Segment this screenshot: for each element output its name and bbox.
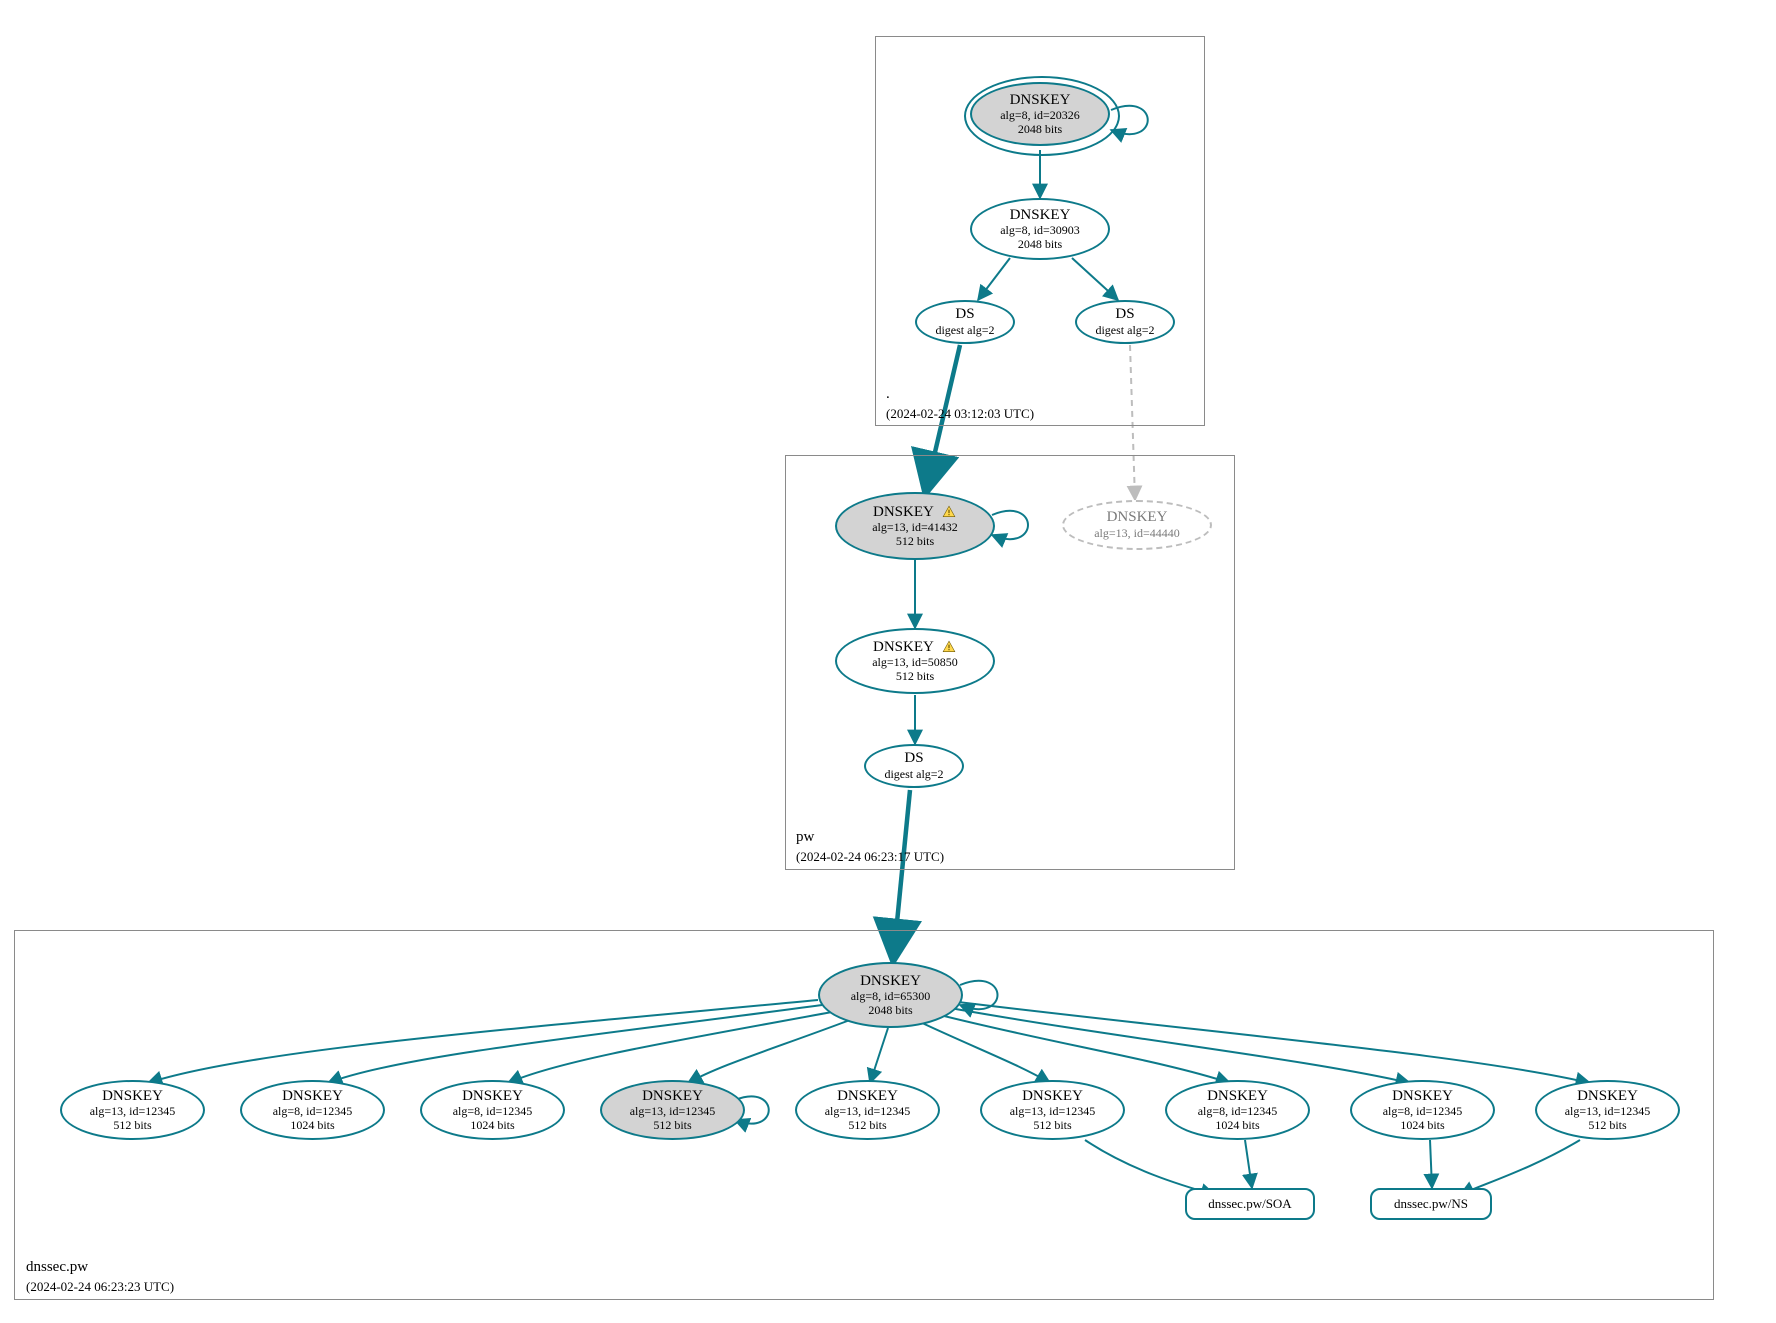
- node-title: DNSKEY: [1010, 92, 1071, 109]
- zone-timestamp: (2024-02-24 06:23:23 UTC): [26, 1279, 174, 1294]
- rr-label: dnssec.pw/NS: [1394, 1197, 1468, 1212]
- node-line2: digest alg=2: [884, 768, 943, 782]
- leaf-key-9-node: DNSKEY alg=13, id=12345 512 bits: [1535, 1080, 1680, 1140]
- node-title: DNSKEY: [873, 504, 957, 521]
- node-line2: alg=13, id=44440: [1094, 527, 1180, 541]
- root-ds-left-node: DS digest alg=2: [915, 300, 1015, 344]
- node-line3: 2048 bits: [1018, 238, 1062, 252]
- node-line2: alg=8, id=20326: [1000, 109, 1080, 123]
- leaf-key-2-node: DNSKEY alg=8, id=12345 1024 bits: [240, 1080, 385, 1140]
- node-title: DS: [904, 750, 923, 767]
- pw-ghost-node: DNSKEY alg=13, id=44440: [1062, 500, 1212, 550]
- rr-ns-node: dnssec.pw/NS: [1370, 1188, 1492, 1220]
- rr-label: dnssec.pw/SOA: [1208, 1197, 1291, 1212]
- root-zsk-node: DNSKEY alg=8, id=30903 2048 bits: [970, 198, 1110, 260]
- pw-ksk-node: DNSKEY alg=13, id=41432 512 bits: [835, 492, 995, 560]
- zone-timestamp: (2024-02-24 06:23:17 UTC): [796, 849, 944, 864]
- zone-timestamp: (2024-02-24 03:12:03 UTC): [886, 406, 1034, 421]
- node-title: DNSKEY: [1107, 509, 1168, 526]
- zone-name: .: [886, 386, 890, 402]
- root-ds-right-node: DS digest alg=2: [1075, 300, 1175, 344]
- warning-icon: [941, 505, 957, 519]
- node-line2: alg=13, id=41432: [872, 521, 958, 535]
- zone-name: dnssec.pw: [26, 1259, 88, 1275]
- warning-icon: [941, 640, 957, 654]
- node-title: DNSKEY: [873, 639, 957, 656]
- leaf-key-5-node: DNSKEY alg=13, id=12345 512 bits: [795, 1080, 940, 1140]
- node-line3: 2048 bits: [1018, 123, 1062, 137]
- leaf-key-7-node: DNSKEY alg=8, id=12345 1024 bits: [1165, 1080, 1310, 1140]
- node-line2: digest alg=2: [1095, 324, 1154, 338]
- zone-leaf-label: dnssec.pw (2024-02-24 06:23:23 UTC): [26, 1258, 174, 1297]
- leaf-key-8-node: DNSKEY alg=8, id=12345 1024 bits: [1350, 1080, 1495, 1140]
- leaf-ksk-node: DNSKEY alg=8, id=65300 2048 bits: [818, 962, 963, 1028]
- zone-root-label: . (2024-02-24 03:12:03 UTC): [886, 385, 1034, 424]
- zone-pw-label: pw (2024-02-24 06:23:17 UTC): [796, 828, 944, 867]
- node-line2: alg=13, id=50850: [872, 656, 958, 670]
- node-line3: 2048 bits: [868, 1004, 912, 1018]
- node-line3: 512 bits: [896, 535, 934, 549]
- node-line3: 512 bits: [896, 670, 934, 684]
- node-title: DS: [1115, 306, 1134, 323]
- leaf-key-1-node: DNSKEY alg=13, id=12345 512 bits: [60, 1080, 205, 1140]
- node-title: DNSKEY: [860, 973, 921, 990]
- root-ksk-node: DNSKEY alg=8, id=20326 2048 bits: [970, 82, 1110, 146]
- pw-ds-node: DS digest alg=2: [864, 744, 964, 788]
- node-title: DNSKEY: [1010, 207, 1071, 224]
- pw-zsk-node: DNSKEY alg=13, id=50850 512 bits: [835, 628, 995, 694]
- node-line2: digest alg=2: [935, 324, 994, 338]
- zone-name: pw: [796, 829, 814, 845]
- node-title: DS: [955, 306, 974, 323]
- node-line2: alg=8, id=30903: [1000, 224, 1080, 238]
- rr-soa-node: dnssec.pw/SOA: [1185, 1188, 1315, 1220]
- node-line2: alg=8, id=65300: [851, 990, 931, 1004]
- leaf-key-6-node: DNSKEY alg=13, id=12345 512 bits: [980, 1080, 1125, 1140]
- leaf-key-4-node: DNSKEY alg=13, id=12345 512 bits: [600, 1080, 745, 1140]
- leaf-key-3-node: DNSKEY alg=8, id=12345 1024 bits: [420, 1080, 565, 1140]
